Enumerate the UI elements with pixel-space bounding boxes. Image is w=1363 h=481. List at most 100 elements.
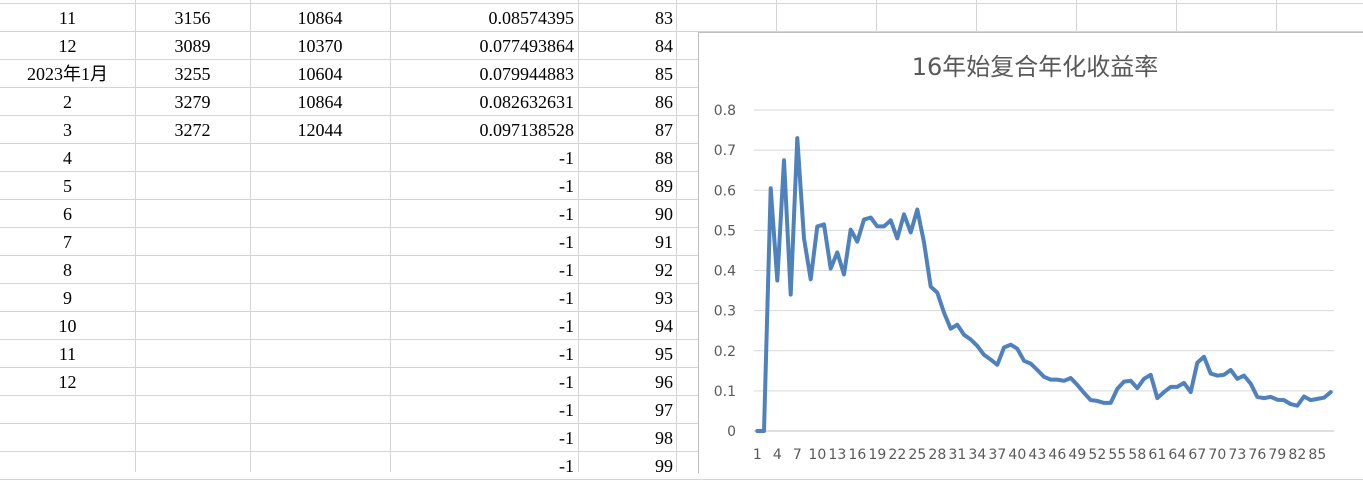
cell-a[interactable]: 2 (0, 87, 135, 115)
cell-a[interactable]: 4 (0, 143, 135, 171)
cell-e[interactable]: 95 (578, 339, 673, 367)
cell-c[interactable] (250, 171, 390, 199)
cell-a[interactable] (0, 451, 135, 479)
cell-e[interactable]: 83 (578, 3, 673, 31)
cell-e[interactable]: 84 (578, 31, 673, 59)
cell-c[interactable] (250, 311, 390, 339)
cell-c[interactable] (250, 367, 390, 395)
cell-e[interactable]: 91 (578, 227, 673, 255)
cell-d[interactable]: 0.08574395 (390, 3, 575, 31)
cell-e[interactable]: 89 (578, 171, 673, 199)
cell-d[interactable]: -1 (390, 227, 574, 255)
data-point (1295, 404, 1299, 408)
cell-d[interactable]: -1 (390, 199, 574, 227)
cell-e[interactable]: 90 (578, 199, 673, 227)
cell-a[interactable]: 6 (0, 199, 135, 227)
cell-e[interactable]: 93 (578, 283, 673, 311)
cell-e[interactable]: 97 (578, 395, 673, 423)
data-point (1175, 385, 1179, 389)
cell-a[interactable]: 11 (0, 339, 135, 367)
cell-d[interactable]: 0.097138528 (390, 115, 575, 143)
y-tick-label: 0.1 (714, 384, 736, 400)
cell-b[interactable] (135, 367, 250, 395)
cell-a[interactable]: 5 (0, 171, 135, 199)
data-point (1015, 347, 1019, 351)
cell-d[interactable]: 0.079944883 (390, 59, 575, 87)
cell-e[interactable]: 88 (578, 143, 673, 171)
cell-b[interactable] (135, 395, 250, 423)
cell-b[interactable] (135, 143, 250, 171)
cell-b[interactable] (135, 423, 250, 451)
cell-e[interactable]: 85 (578, 59, 673, 87)
cell-e[interactable]: 99 (578, 451, 673, 479)
data-point (915, 208, 919, 212)
data-point (1049, 378, 1053, 382)
cell-c[interactable]: 10864 (250, 3, 390, 31)
cell-b[interactable]: 3156 (135, 3, 250, 31)
cell-d[interactable]: -1 (390, 367, 574, 395)
data-point (1075, 383, 1079, 387)
cell-c[interactable]: 10370 (250, 31, 390, 59)
cell-e[interactable]: 96 (578, 367, 673, 395)
data-point (935, 291, 939, 295)
cell-d[interactable]: -1 (390, 423, 574, 451)
cell-b[interactable] (135, 451, 250, 479)
cell-c[interactable] (250, 451, 390, 479)
cell-d[interactable]: -1 (390, 311, 574, 339)
cell-c[interactable] (250, 255, 390, 283)
cell-b[interactable] (135, 311, 250, 339)
cell-a[interactable]: 3 (0, 115, 135, 143)
cell-c[interactable] (250, 227, 390, 255)
cell-b[interactable] (135, 199, 250, 227)
cell-d[interactable]: 0.082632631 (390, 87, 575, 115)
cell-b[interactable]: 3272 (135, 115, 250, 143)
cell-a[interactable]: 8 (0, 255, 135, 283)
cell-e[interactable]: 86 (578, 87, 673, 115)
cell-a[interactable] (0, 423, 135, 451)
cell-a[interactable]: 12 (0, 367, 135, 395)
cell-a[interactable] (0, 395, 135, 423)
cell-a[interactable]: 10 (0, 311, 135, 339)
cell-a[interactable]: 2023年1月 (0, 59, 135, 87)
cell-a[interactable]: 12 (0, 31, 135, 59)
cell-c[interactable]: 12044 (250, 115, 390, 143)
cell-b[interactable]: 3279 (135, 87, 250, 115)
cell-e[interactable]: 98 (578, 423, 673, 451)
line-chart[interactable]: 16年始复合年化收益率 0 0.1 0.2 0.3 0.4 0.5 0.6 0.7 0.8 1 4 7 1… (698, 32, 1363, 473)
cell-d[interactable]: 0.077493864 (390, 31, 575, 59)
cell-b[interactable]: 3255 (135, 59, 250, 87)
cell-e[interactable]: 94 (578, 311, 673, 339)
cell-d[interactable]: -1 (390, 395, 574, 423)
data-point (1149, 373, 1153, 377)
cell-c[interactable] (250, 199, 390, 227)
cell-b[interactable] (135, 255, 250, 283)
cell-d[interactable]: -1 (390, 451, 574, 479)
cell-d[interactable]: -1 (390, 283, 574, 311)
cell-c[interactable] (250, 283, 390, 311)
cell-c[interactable] (250, 423, 390, 451)
cell-a[interactable]: 9 (0, 283, 135, 311)
data-point (1289, 402, 1293, 406)
data-point (1115, 387, 1119, 391)
cell-d[interactable]: -1 (390, 171, 574, 199)
data-point (962, 333, 966, 337)
cell-c[interactable] (250, 395, 390, 423)
cell-b[interactable] (135, 171, 250, 199)
cell-a[interactable]: 11 (0, 3, 135, 31)
cell-b[interactable] (135, 339, 250, 367)
x-tick-label: 31 (948, 447, 966, 463)
cell-e[interactable]: 92 (578, 255, 673, 283)
cell-d[interactable]: -1 (390, 255, 574, 283)
cell-c[interactable]: 10864 (250, 87, 390, 115)
cell-b[interactable] (135, 283, 250, 311)
cell-b[interactable] (135, 227, 250, 255)
cell-c[interactable]: 10604 (250, 59, 390, 87)
cell-a[interactable]: 7 (0, 227, 135, 255)
cell-b[interactable]: 3089 (135, 31, 250, 59)
cell-d[interactable]: -1 (390, 339, 574, 367)
cell-d[interactable]: -1 (390, 143, 574, 171)
data-point (1109, 401, 1113, 405)
cell-c[interactable] (250, 339, 390, 367)
cell-e[interactable]: 87 (578, 115, 673, 143)
cell-c[interactable] (250, 143, 390, 171)
